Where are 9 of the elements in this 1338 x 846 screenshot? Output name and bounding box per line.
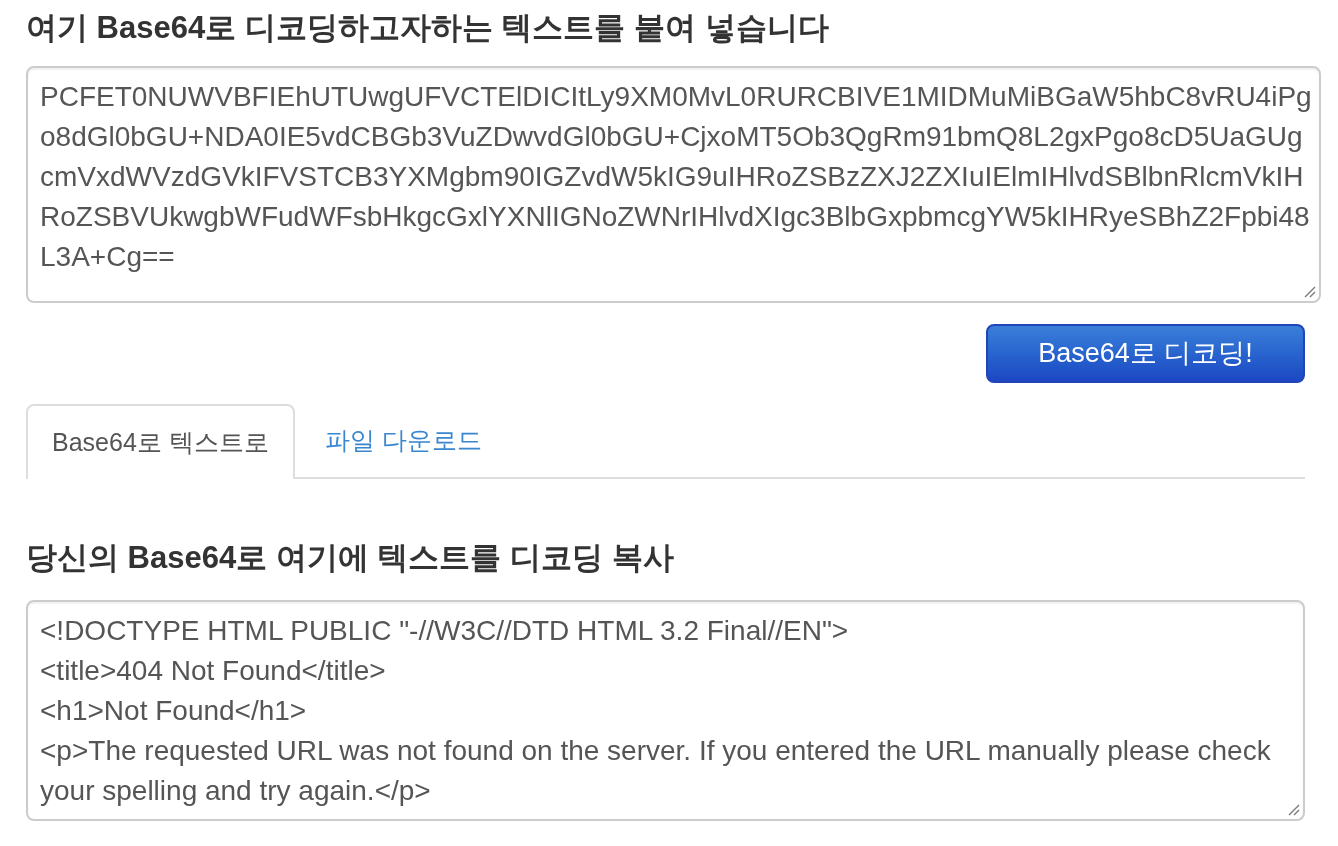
tab[interactable]: 파일 다운로드	[294, 404, 512, 477]
decoded-output-field[interactable]: <!DOCTYPE HTML PUBLIC "-//W3C//DTD HTML 3.2 Final//EN"> <title>404 Not Found</title> <h1>Not Found</h1> <p>The requested URL was not found on the server. If you entered the URL manually please check your spelling and try again.</p>	[26, 600, 1305, 821]
base64-input-field[interactable]: PCFET0NUWVBFIEhUTUwgUFVCTElDICItLy9XM0MvL0RURCBIVE1MIDMuMiBGaW5hbC8vRU4iPgo8dGl0bGU+NDA0IE5vdCBGb3VuZDwvdGl0bGU+CjxoMT5Ob3QgRm91bmQ8L2gxPgo8cD5UaGUgcmVxdWVzdGVkIFVSTCB3YXMgbm90IGZvdW5kIG9uIHRoZSBzZXJ2ZXIuIElmIHlvdSBlbnRlcmVkIHRoZSBVUkwgbWFudWFsbHkgcGxlYXNlIGNoZWNrIHlvdXIgc3BlbGxpbmcgYW5kIHRyeSBhZ2Fpbi48L3A+Cg==	[26, 66, 1321, 303]
decode-button[interactable]: Base64로 디코딩!	[986, 324, 1305, 383]
section-heading: 당신의 Base64로 여기에 텍스트를 디코딩 복사	[26, 539, 674, 577]
resize-grip-icon[interactable]	[1287, 803, 1300, 816]
section-heading: 여기 Base64로 디코딩하고자하는 텍스트를 붙여 넣습니다	[26, 9, 829, 47]
tab[interactable]: Base64로 텍스트로	[26, 404, 295, 479]
resize-grip-icon[interactable]	[1303, 285, 1316, 298]
